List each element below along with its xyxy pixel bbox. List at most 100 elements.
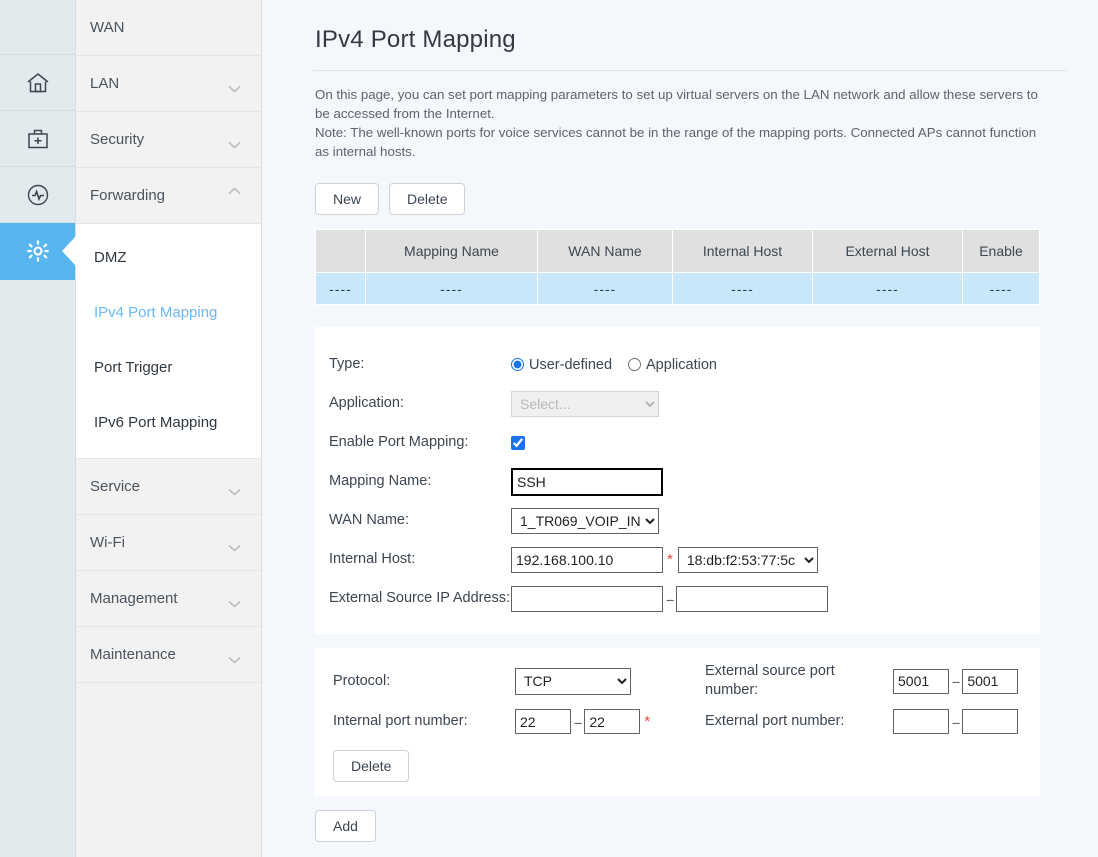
protocol-control: TCP	[515, 667, 705, 695]
chevron-down-icon	[228, 651, 241, 664]
protocol-label: Protocol:	[333, 672, 391, 689]
wan-name-label: WAN Name:	[329, 512, 410, 528]
external-port-end-input[interactable]	[962, 709, 1019, 734]
sidebar-item-security[interactable]: Security	[76, 112, 261, 168]
sidebar-item-label: LAN	[90, 75, 120, 92]
external-source-ip-start-input[interactable]	[511, 585, 663, 612]
mapping-name-label: Mapping Name:	[329, 473, 432, 489]
radio-application-input[interactable]	[628, 358, 642, 371]
sidebar-subitem-label: IPv6 Port Mapping	[94, 414, 218, 431]
sidebar-item-maintenance[interactable]: Maintenance	[76, 627, 261, 683]
internal-port-end-input[interactable]	[584, 709, 641, 734]
table-header-row: Mapping Name WAN Name Internal Host Exte…	[315, 229, 1040, 273]
external-source-port-start-input[interactable]	[893, 668, 949, 694]
sidebar-item-management[interactable]: Management	[76, 571, 261, 627]
table-header-enable: Enable	[962, 229, 1040, 273]
internal-host-mac-select[interactable]: 18:db:f2:53:77:5c	[677, 546, 818, 573]
table-header-wan-name: WAN Name	[537, 229, 673, 273]
sidebar-item-service[interactable]: Service	[76, 459, 261, 515]
table-cell-external-host: ----	[812, 272, 963, 305]
sidebar-item-ipv4-port-mapping[interactable]: IPv4 Port Mapping	[76, 285, 261, 340]
wan-name-select[interactable]: 1_TR069_VOIP_IN	[511, 507, 659, 534]
new-button[interactable]: New	[315, 183, 380, 215]
enable-port-mapping-checkbox[interactable]	[511, 435, 525, 450]
sidebar-item-forwarding[interactable]: Forwarding	[76, 168, 261, 224]
sidebar-submenu-forwarding: DMZ IPv4 Port Mapping Port Trigger IPv6 …	[76, 224, 261, 459]
rail-item-settings[interactable]	[0, 223, 75, 280]
sidebar-item-label: Wi-Fi	[90, 534, 125, 551]
form-row-external-source-ip: External Source IP Address: --	[315, 579, 1040, 618]
sidebar-item-port-trigger[interactable]: Port Trigger	[76, 340, 261, 395]
form-row-wan-name: WAN Name: 1_TR069_VOIP_IN	[315, 501, 1040, 540]
external-source-port-end-input[interactable]	[962, 668, 1019, 694]
radio-user-defined-label: User-defined	[529, 356, 613, 373]
external-port-label: External port number:	[705, 713, 845, 729]
internal-port-start-input[interactable]	[515, 709, 571, 734]
table-header-internal-host: Internal Host	[672, 229, 813, 273]
sidebar-item-wifi[interactable]: Wi-Fi	[76, 515, 261, 571]
chevron-up-icon	[228, 186, 241, 200]
form-row-application: Application: Select...	[315, 384, 1040, 423]
internal-host-input[interactable]	[511, 546, 663, 573]
table-row[interactable]: ---- ---- ---- ---- ---- ----	[315, 272, 1040, 305]
protocol-grid: Protocol: TCP External source port numbe…	[315, 662, 1040, 734]
chevron-down-icon	[228, 595, 241, 608]
add-button[interactable]: Add	[315, 810, 376, 842]
application-select[interactable]: Select...	[511, 390, 659, 417]
protocol-delete-button[interactable]: Delete	[333, 750, 410, 782]
table-header-external-host: External Host	[812, 229, 963, 273]
radio-user-defined[interactable]: User-defined	[511, 357, 612, 373]
main-content: IPv4 Port Mapping On this page, you can …	[262, 0, 1098, 857]
sidebar-subitem-label: DMZ	[94, 249, 127, 266]
delete-button[interactable]: Delete	[389, 183, 466, 215]
rail-item-toolbox[interactable]	[0, 111, 75, 167]
form-row-mapping-name: Mapping Name:	[315, 462, 1040, 501]
radio-user-defined-input[interactable]	[511, 358, 524, 371]
external-port-start-input[interactable]	[893, 709, 949, 734]
sidebar-item-ipv6-port-mapping[interactable]: IPv6 Port Mapping	[76, 395, 261, 450]
table-toolbar: New Delete	[315, 183, 1070, 215]
table-cell-select[interactable]: ----	[315, 272, 366, 305]
external-source-ip-label: External Source IP Address:	[329, 590, 511, 606]
rail-item-home[interactable]	[0, 55, 75, 111]
mapping-name-input[interactable]	[511, 467, 663, 496]
table-cell-enable: ----	[962, 272, 1040, 305]
sidebar-subitem-label: Port Trigger	[94, 359, 173, 376]
page-description: On this page, you can set port mapping p…	[315, 85, 1045, 161]
table-cell-wan-name: ----	[537, 272, 673, 305]
table-cell-mapping-name: ----	[365, 272, 538, 305]
protocol-delete-wrap: Delete	[315, 734, 1040, 782]
rail-item-diagnostics[interactable]	[0, 167, 75, 223]
external-port-control: --	[893, 709, 1040, 734]
app-window: WAN LAN Security Forwarding DMZ IPv4 Por…	[0, 0, 1098, 857]
internal-port-control: -- *	[515, 709, 705, 734]
sidebar-item-lan[interactable]: LAN	[76, 56, 261, 112]
radio-application[interactable]: Application	[628, 357, 717, 373]
form-row-internal-host: Internal Host: * 18:db:f2:53:77:5c	[315, 540, 1040, 579]
form-row-type: Type: User-defined Application	[315, 345, 1040, 384]
external-source-ip-end-input[interactable]	[676, 585, 829, 612]
type-radio-group: User-defined Application	[511, 357, 733, 373]
protocol-panel: Protocol: TCP External source port numbe…	[315, 648, 1040, 796]
sidebar-item-label: Management	[90, 590, 178, 607]
application-label: Application:	[329, 395, 404, 411]
icon-rail	[0, 0, 76, 857]
chevron-down-icon	[228, 136, 241, 149]
sidebar-item-dmz[interactable]: DMZ	[76, 230, 261, 285]
protocol-select[interactable]: TCP	[515, 667, 631, 695]
internal-port-required-mark: *	[644, 713, 651, 730]
description-line-1: On this page, you can set port mapping p…	[315, 87, 1038, 121]
internal-host-required-mark: *	[667, 551, 673, 568]
home-icon	[25, 70, 51, 96]
enable-port-mapping-label: Enable Port Mapping:	[329, 434, 469, 450]
gear-icon	[25, 238, 51, 264]
internal-port-label: Internal port number:	[333, 713, 468, 729]
sidebar-nav: WAN LAN Security Forwarding DMZ IPv4 Por…	[76, 0, 262, 857]
sidebar-item-label: WAN	[90, 19, 125, 36]
sidebar-item-wan[interactable]: WAN	[76, 0, 261, 56]
toolbox-plus-icon	[25, 126, 51, 152]
sidebar-item-label: Security	[90, 131, 145, 148]
external-port-range-separator: --	[952, 713, 960, 730]
type-label: Type:	[329, 356, 365, 372]
sidebar-item-label: Forwarding	[90, 187, 166, 204]
